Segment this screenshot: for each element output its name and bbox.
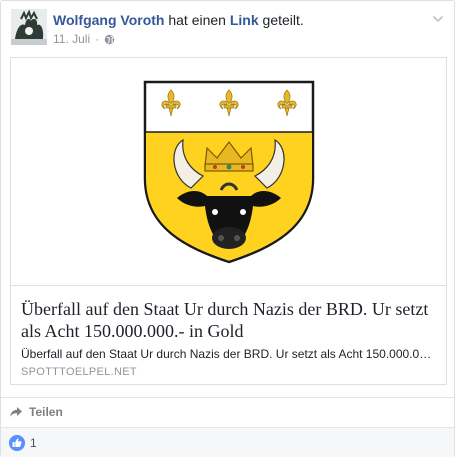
link-preview-card[interactable]: Überfall auf den Staat Ur durch Nazis de… <box>10 57 447 385</box>
share-arrow-icon <box>10 407 22 417</box>
link-description: Überfall auf den Staat Ur durch Nazis de… <box>21 347 436 361</box>
globe-icon[interactable] <box>104 34 115 45</box>
share-button[interactable]: Teilen <box>9 405 63 419</box>
action-text: hat einen <box>168 12 226 28</box>
link-domain: SPOTTTOELPEL.NET <box>21 366 137 378</box>
action-suffix: geteilt. <box>262 12 304 28</box>
author-name-link[interactable]: Wolfgang Voroth <box>53 12 164 28</box>
link-title[interactable]: Überfall auf den Staat Ur durch Nazis de… <box>21 298 436 342</box>
avatar-crest-icon <box>11 9 47 45</box>
share-label: Teilen <box>29 405 63 419</box>
post-date-link[interactable]: 11. Juli <box>53 32 90 46</box>
link-preview-image[interactable] <box>11 58 446 286</box>
post-meta: 11. Juli · <box>53 32 115 46</box>
author-avatar[interactable] <box>11 9 47 45</box>
meta-separator: · <box>95 32 100 46</box>
post-header-line: Wolfgang Voroth hat einen Link geteilt. <box>53 12 304 28</box>
feed-post: Wolfgang Voroth hat einen Link geteilt. … <box>0 0 455 457</box>
like-count[interactable]: 1 <box>30 436 37 450</box>
thumbs-up-icon[interactable] <box>9 435 25 451</box>
reactions-bar: 1 <box>1 427 454 457</box>
link-word-link[interactable]: Link <box>230 12 259 28</box>
post-actions-bar: Teilen <box>1 397 454 427</box>
chevron-down-icon[interactable] <box>432 13 444 25</box>
coat-of-arms-image <box>143 80 315 264</box>
